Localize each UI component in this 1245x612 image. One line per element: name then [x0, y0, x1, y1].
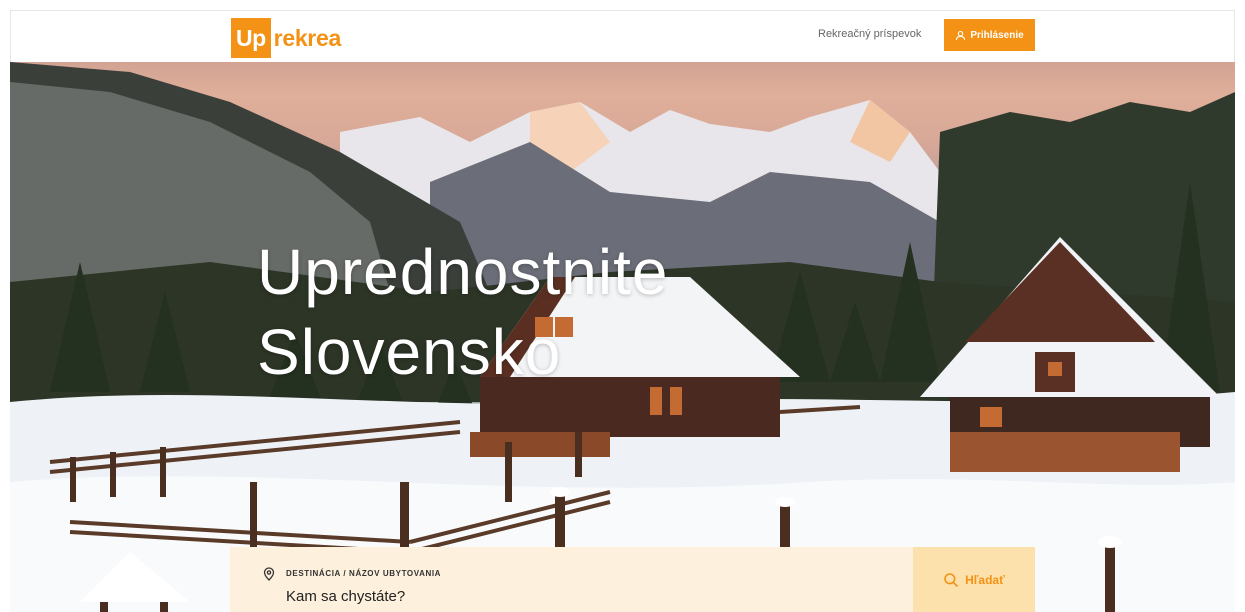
- hero-title: Uprednostnite Slovensko: [257, 232, 668, 392]
- hero-banner: Uprednostnite Slovensko: [10, 62, 1235, 612]
- search-button-label: Hľadať: [965, 572, 1005, 587]
- destination-input[interactable]: [286, 588, 706, 605]
- destination-label: DESTINÁCIA / NÁZOV UBYTOVANIA: [286, 569, 442, 578]
- nav-link-rekreacny-prispevok[interactable]: Rekreačný príspevok: [818, 28, 921, 40]
- hero-title-line-1: Uprednostnite: [257, 236, 669, 308]
- page: Up rekrea Rekreačný príspevok Prihláseni…: [0, 0, 1245, 612]
- user-icon: [956, 30, 966, 40]
- logo-highlight: Up: [231, 18, 271, 58]
- logo[interactable]: Up rekrea: [231, 18, 341, 58]
- logo-text: rekrea: [273, 24, 342, 51]
- search-bar: DESTINÁCIA / NÁZOV UBYTOVANIA Hľadať: [230, 547, 1035, 612]
- destination-field[interactable]: DESTINÁCIA / NÁZOV UBYTOVANIA: [230, 547, 913, 612]
- search-icon: [944, 572, 959, 587]
- login-button[interactable]: Prihlásenie: [944, 19, 1035, 51]
- login-button-label: Prihlásenie: [970, 29, 1024, 41]
- hero-title-line-2: Slovensko: [257, 316, 562, 388]
- map-pin-icon: [263, 567, 275, 581]
- site-header: Up rekrea Rekreačný príspevok Prihláseni…: [10, 10, 1235, 62]
- search-button[interactable]: Hľadať: [913, 547, 1035, 612]
